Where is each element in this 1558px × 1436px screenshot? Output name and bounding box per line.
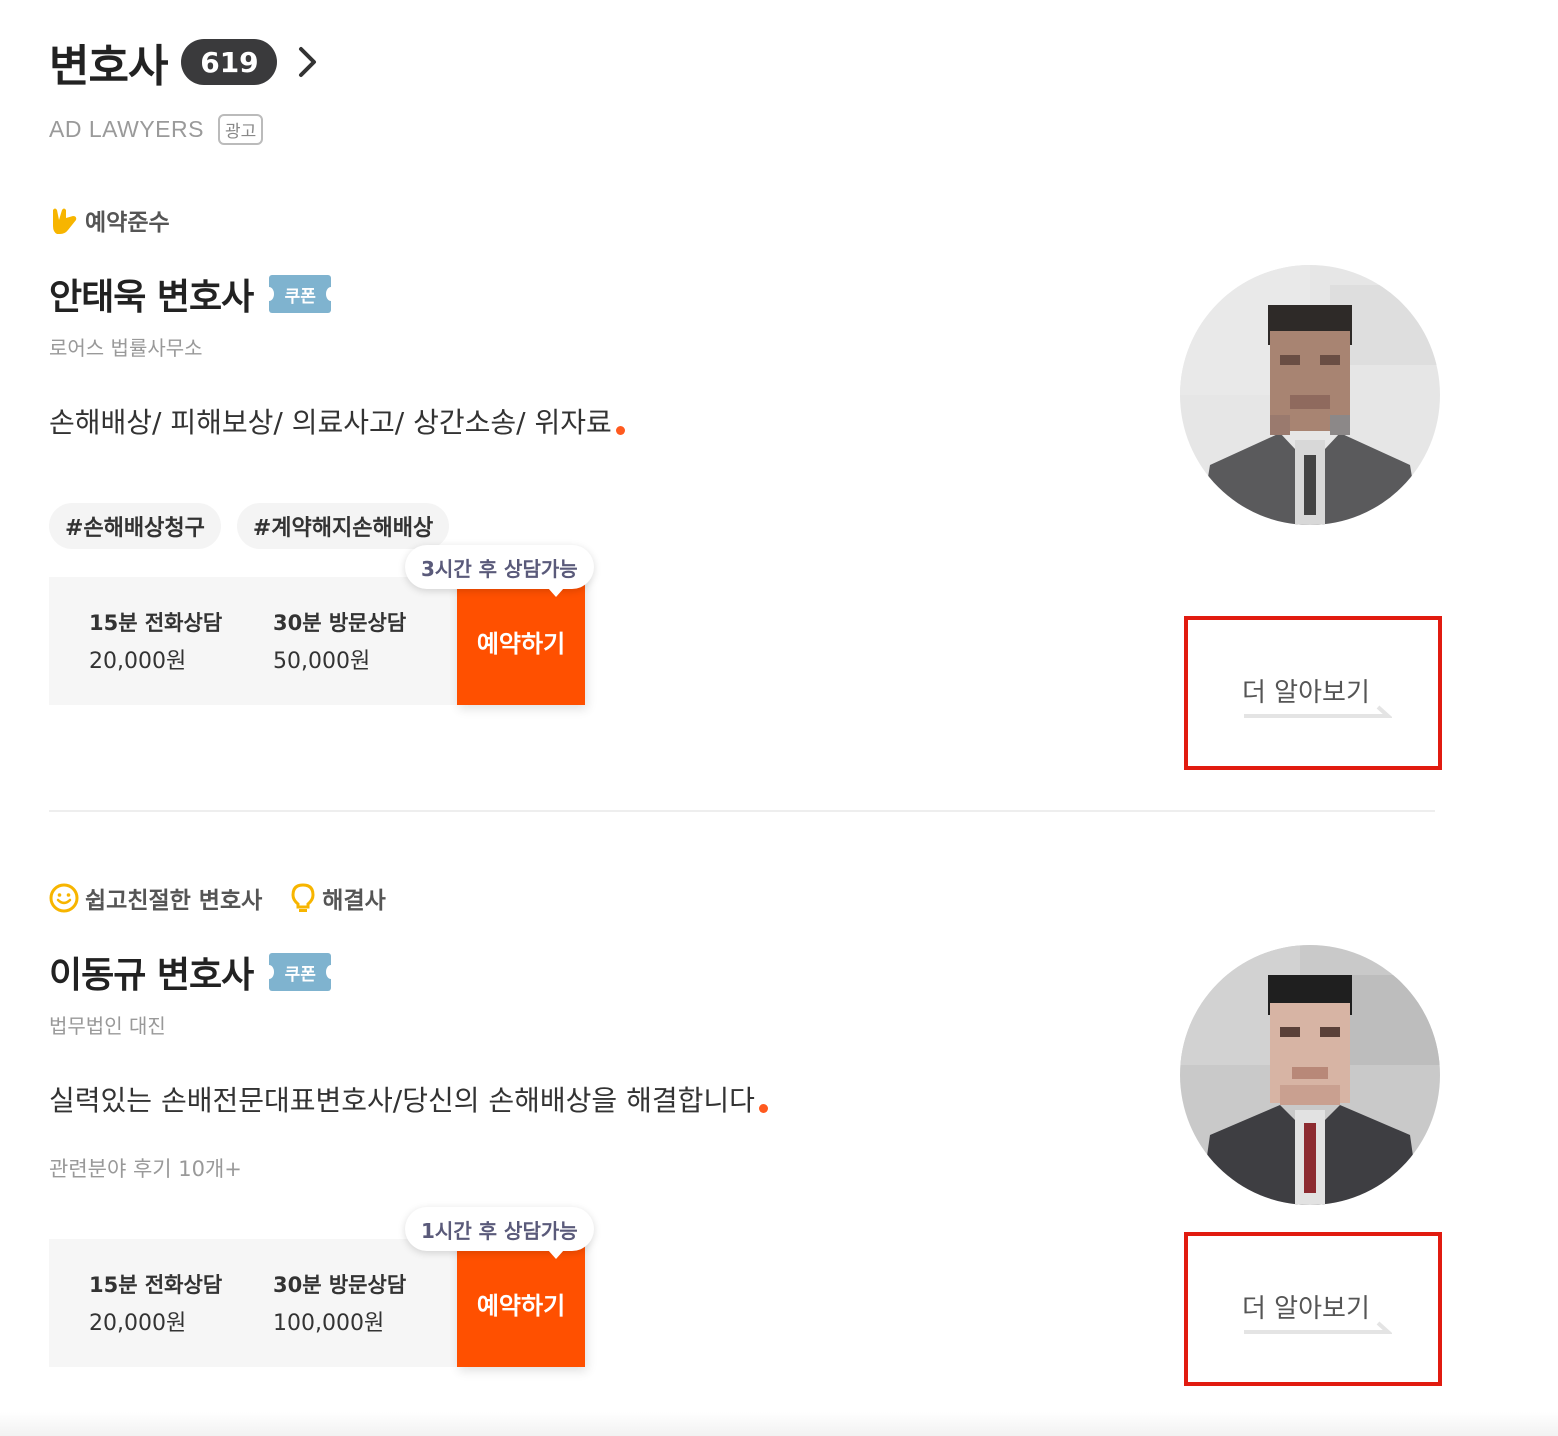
ad-badge: 광고 [217, 114, 264, 145]
intro-dot [615, 426, 625, 435]
lawyer-name[interactable]: 안태욱 변호사 [49, 268, 254, 320]
ad-label: AD LAWYERS [49, 116, 204, 142]
lawyer-avatar[interactable] [1180, 265, 1440, 525]
reserve-button[interactable]: 예약하기 [457, 577, 585, 705]
intro-text: 실력있는 손배전문대표변호사/당신의 손해배상을 해결합니다 [49, 1084, 755, 1117]
lawyer-count-badge: 619 [181, 39, 278, 85]
consult-option-phone: 15분 전화상담 20,000원 [49, 1239, 233, 1367]
lightbulb-icon [291, 883, 315, 912]
consult-panel: 15분 전화상담 20,000원 30분 방문상담 100,000원 1시간 후… [49, 1207, 594, 1367]
consult-option-phone: 15분 전화상담 20,000원 [49, 577, 233, 705]
badge-label: 해결사 [322, 888, 386, 914]
badge-reservation-keeper: 예약준수 [49, 203, 170, 237]
availability-tooltip: 1시간 후 상담가능 [405, 1207, 594, 1259]
consult-label: 15분 전화상담 [89, 1273, 223, 1297]
tag-list: #손해배상청구 #계약해지손해배상 [49, 503, 1439, 549]
lawyer-badges: 쉽고친절한 변호사 해결사 [49, 878, 1439, 918]
badge-label: 예약준수 [85, 210, 170, 236]
badge-label: 쉽고친절한 변호사 [85, 888, 263, 914]
consult-label: 30분 방문상담 [273, 611, 407, 635]
arrow-right-icon [1244, 1321, 1392, 1334]
arrow-right-icon [1244, 705, 1392, 718]
consult-option-visit: 30분 방문상담 100,000원 [233, 1239, 417, 1367]
availability-tooltip: 3시간 후 상담가능 [405, 545, 594, 597]
card-divider [49, 810, 1435, 812]
tag-chip[interactable]: #손해배상청구 [49, 503, 221, 549]
consult-price: 20,000원 [89, 649, 187, 674]
lawyer-name[interactable]: 이동규 변호사 [49, 946, 254, 998]
section-header[interactable]: 변호사 619 [49, 30, 323, 94]
learn-more-button[interactable]: 더 알아보기 [1184, 1232, 1442, 1386]
consult-panel: 15분 전화상담 20,000원 30분 방문상담 50,000원 3시간 후 … [49, 545, 594, 705]
reserve-button[interactable]: 예약하기 [457, 1239, 585, 1367]
bottom-edge [0, 1412, 1558, 1436]
consult-price: 50,000원 [273, 649, 371, 674]
consult-price: 20,000원 [89, 1311, 187, 1336]
coupon-icon: 쿠폰 [264, 275, 337, 313]
lawyer-avatar[interactable] [1180, 945, 1440, 1205]
learn-more-button[interactable]: 더 알아보기 [1184, 616, 1442, 770]
consult-option-visit: 30분 방문상담 50,000원 [233, 577, 417, 705]
badge-kind-lawyer: 쉽고친절한 변호사 [49, 881, 262, 915]
ad-label-row: AD LAWYERS 광고 [49, 114, 264, 145]
intro-text: 손해배상/ 피해보상/ 의료사고/ 상간소송/ 위자료 [49, 406, 612, 439]
coupon-icon: 쿠폰 [264, 953, 337, 991]
smile-icon [49, 883, 79, 913]
lawyer-badges: 예약준수 [49, 200, 1439, 240]
chevron-right-icon[interactable] [293, 42, 323, 82]
lawyer-card[interactable]: 쉽고친절한 변호사 해결사 이동규 변호사 쿠폰 법무법인 대진 실력있는 손배… [49, 878, 1442, 1386]
tag-chip[interactable]: #계약해지손해배상 [236, 503, 450, 549]
consult-price: 100,000원 [273, 1311, 385, 1336]
consult-label: 30분 방문상담 [273, 1273, 407, 1297]
consult-label: 15분 전화상담 [89, 611, 223, 635]
hand-sign-icon [53, 208, 77, 234]
badge-problem-solver: 해결사 [290, 881, 386, 915]
lawyer-card[interactable]: 예약준수 안태욱 변호사 쿠폰 로어스 법률사무소 손해배상/ 피해보상/ 의료… [49, 200, 1442, 770]
intro-dot [758, 1104, 768, 1113]
section-title: 변호사 [49, 41, 168, 92]
